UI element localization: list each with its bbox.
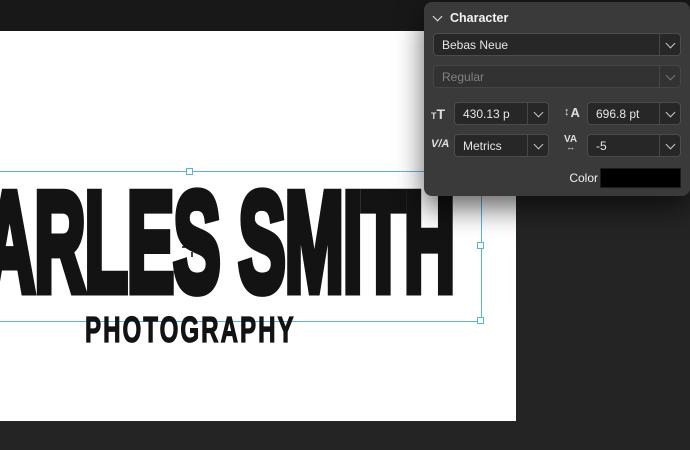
color-row: Color	[424, 168, 690, 189]
dropdown-arrow-icon	[659, 135, 680, 156]
character-panel-header[interactable]: Character	[434, 11, 508, 25]
kerning-value: Metrics	[455, 135, 527, 156]
tracking-value: -5	[588, 135, 659, 156]
chevron-down-icon[interactable]	[433, 12, 443, 22]
font-style-select[interactable]: Regular	[433, 65, 681, 88]
font-style-value: Regular	[434, 66, 659, 87]
kerning-select[interactable]: Metrics	[454, 134, 549, 157]
font-family-value: Bebas Neue	[434, 34, 659, 55]
font-size-value: 430.13 p	[455, 103, 527, 124]
dropdown-arrow-icon	[527, 103, 548, 124]
leading-value: 696.8 pt	[588, 103, 659, 124]
color-label: Color	[569, 171, 598, 185]
dropdown-arrow-icon	[527, 135, 548, 156]
tracking-select[interactable]: -5	[587, 134, 681, 157]
headline-text[interactable]: ARLES SMITH	[0, 172, 454, 314]
tracking-icon: VA ↔	[564, 135, 577, 152]
character-panel: Character Bebas Neue Regular TT 430.13 p…	[424, 2, 690, 196]
leading-select[interactable]: 696.8 pt	[587, 102, 681, 125]
selection-handle-bottom-right[interactable]	[477, 317, 484, 324]
selection-border-top	[0, 171, 482, 172]
selection-handle-top-center[interactable]	[186, 168, 193, 175]
panel-title: Character	[450, 11, 508, 25]
selection-handle-right-middle[interactable]	[477, 242, 484, 249]
dropdown-arrow-icon	[659, 66, 680, 87]
font-size-select[interactable]: 430.13 p	[454, 102, 549, 125]
move-cursor-icon	[181, 236, 203, 263]
leading-icon: ↕A	[564, 106, 580, 119]
dropdown-arrow-icon	[659, 34, 680, 55]
font-size-icon: TT	[431, 107, 445, 121]
font-family-select[interactable]: Bebas Neue	[433, 33, 681, 56]
dropdown-arrow-icon	[659, 103, 680, 124]
subline-text[interactable]: PHOTOGRAPHY	[85, 312, 296, 348]
color-swatch[interactable]	[600, 168, 681, 188]
app-window: ARLES SMITH PHOTOGRAPHY	[0, 0, 690, 450]
kerning-icon: V/A	[431, 139, 449, 150]
